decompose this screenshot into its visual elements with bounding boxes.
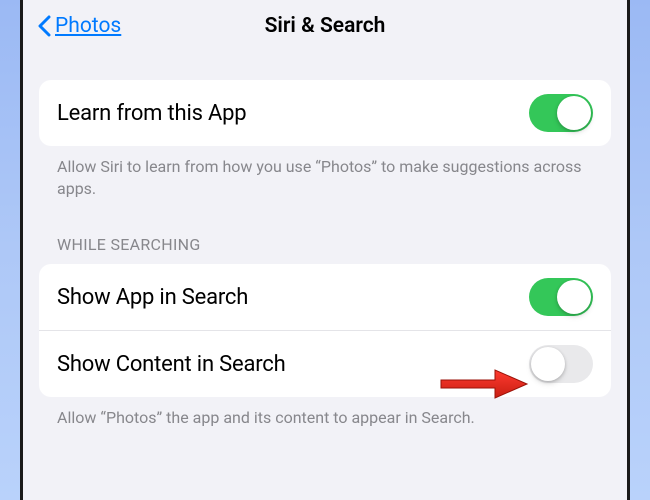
back-label: Photos [55,14,121,38]
back-button[interactable]: Photos [37,0,121,52]
content-area: Learn from this App Allow Siri to learn … [23,52,627,429]
toggle-learn-from-app[interactable] [529,94,593,132]
settings-pane: Photos Siri & Search Learn from this App… [20,0,630,500]
toggle-knob [557,96,591,130]
toggle-show-content-in-search[interactable] [529,345,593,383]
group-footer: Allow “Photos” the app and its content t… [39,397,611,429]
toggle-knob [557,280,591,314]
row-show-content-in-search: Show Content in Search [39,330,611,397]
chevron-left-icon [37,15,51,37]
toggle-knob [531,347,565,381]
row-label: Show App in Search [57,285,248,310]
row-label: Learn from this App [57,101,246,126]
section-header: WHILE SEARCHING [39,235,611,264]
settings-group-search: Show App in Search Show Content in Searc… [39,264,611,397]
page-title: Siri & Search [265,14,386,38]
section-while-searching: WHILE SEARCHING Show App in Search Show … [39,235,611,429]
row-show-app-in-search: Show App in Search [39,264,611,330]
navigation-bar: Photos Siri & Search [23,0,627,52]
settings-group-learn: Learn from this App [39,80,611,146]
row-label: Show Content in Search [57,352,286,377]
row-learn-from-app: Learn from this App [39,80,611,146]
toggle-show-app-in-search[interactable] [529,278,593,316]
group-footer: Allow Siri to learn from how you use “Ph… [39,146,611,199]
